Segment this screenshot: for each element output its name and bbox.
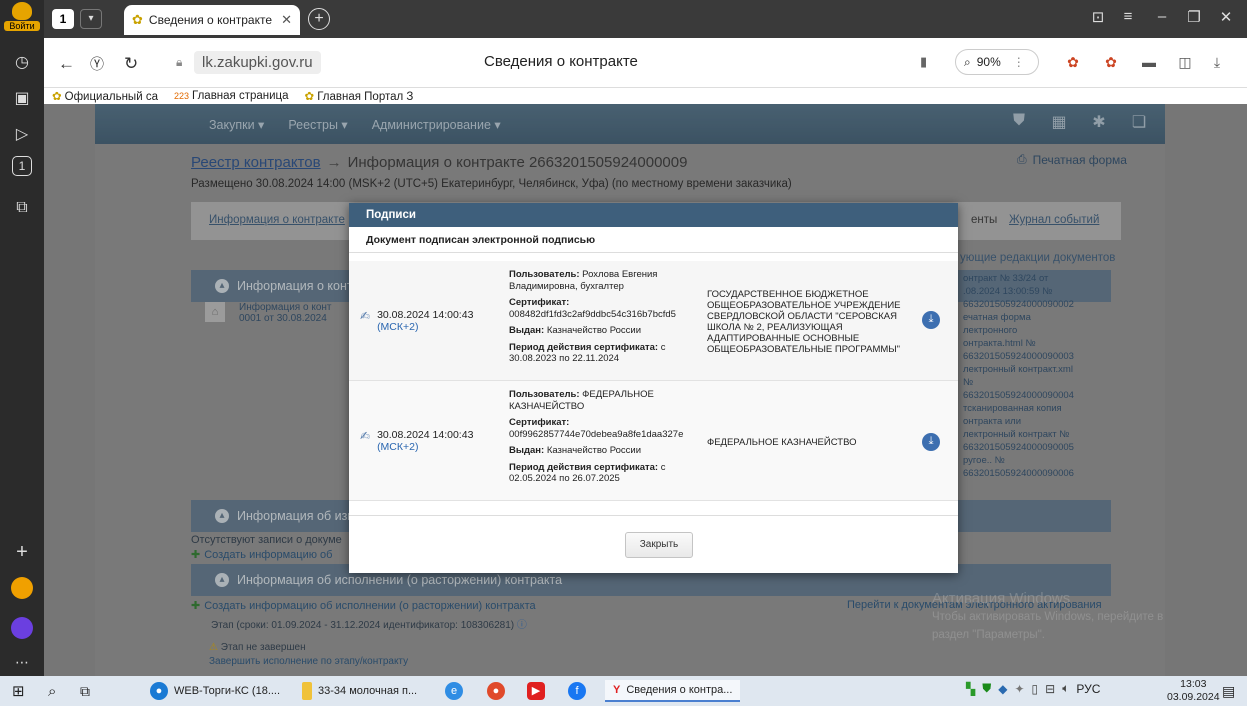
tray-app-icon[interactable]: ▚: [966, 682, 975, 696]
tab-counter[interactable]: 1: [52, 9, 74, 29]
eagle-icon: ✿: [304, 91, 315, 103]
close-icon[interactable]: ✕: [281, 12, 292, 28]
tab-bar: 1 ▾ ✿ Сведения о контракте ✕ + ⊡ ≡ – ❐ ✕: [44, 0, 1247, 38]
shield-icon[interactable]: ⛊: [982, 681, 991, 696]
system-tray: ▚ ⛊ ◆ ✦ ▯ ⊟ 🔈︎ РУС: [966, 681, 1100, 696]
extension-icon[interactable]: ✿: [1062, 51, 1084, 73]
search-icon[interactable]: ⌕: [48, 680, 56, 702]
bookmarks-bar: ✿ Официальный са 223 Главная страница ✿ Гла…: [44, 88, 1247, 104]
tab-active[interactable]: ✿ Сведения о контракте ✕: [124, 5, 300, 35]
volume-icon[interactable]: 🔈︎: [1062, 681, 1069, 696]
chrome-icon: ●: [487, 682, 505, 700]
taskbar-youtube[interactable]: ▶: [527, 680, 545, 702]
language-indicator[interactable]: РУС: [1076, 682, 1100, 696]
login-label: Войти: [4, 21, 40, 31]
url-host[interactable]: lk.zakupki.gov.ru: [194, 51, 321, 74]
eagle-icon: ✿: [132, 12, 143, 27]
back-icon[interactable]: ←: [58, 54, 75, 74]
eagle-icon: ✿: [52, 91, 62, 103]
alice-icon[interactable]: [11, 617, 33, 639]
avatar: [12, 2, 32, 20]
history-icon[interactable]: ◷: [8, 48, 36, 76]
signature-row: ✍ 30.08.2024 14:00:43 (МСК+2) Пользовател…: [349, 381, 958, 501]
more-icon[interactable]: ⋯: [8, 648, 36, 676]
signature-details: Пользователь: Рохлова Евгения Владимиров…: [509, 269, 676, 364]
bookmark-item[interactable]: ✿ Главная Портал З: [305, 89, 414, 103]
signature-row: ✍ 30.08.2024 14:00:43 (МСК+2) Пользовател…: [349, 261, 958, 381]
zoom-level: 90%: [976, 55, 1001, 69]
app-icon: ●: [150, 682, 168, 700]
signature-organization: ФЕДЕРАЛЬНОЕ КАЗНАЧЕЙСТВО: [707, 437, 857, 448]
taskbar-facebook[interactable]: f: [568, 680, 586, 702]
windows-taskbar: ⊞ ⌕ ⧉ ● WEB-Торги-КС (18.... 33-34 молочн…: [0, 676, 1247, 706]
network-icon[interactable]: ⊟: [1045, 682, 1055, 696]
signatures-dialog: Подписи Документ подписан электронной по…: [349, 203, 958, 573]
folder-icon: [302, 682, 312, 700]
more-vert-icon[interactable]: ⋮: [1013, 55, 1025, 69]
reload-icon[interactable]: ↻: [124, 54, 138, 74]
screen-icon[interactable]: ⊡: [1086, 8, 1110, 26]
heart-app-icon[interactable]: [11, 577, 33, 599]
bookmark-item[interactable]: ✿ Официальный са: [52, 89, 158, 103]
notification-icon[interactable]: ▤: [1222, 680, 1235, 702]
signature-pen-icon: ✍: [360, 309, 371, 323]
taskbar-ie[interactable]: e: [445, 680, 463, 702]
download-icon[interactable]: ⤓: [922, 433, 940, 451]
task-view-icon[interactable]: ⧉: [80, 680, 90, 702]
browser-sidebar: Войти ◷ ▣ ▷ 1 ⧉ + ⋯: [0, 0, 44, 676]
download-icon[interactable]: ⤓: [922, 311, 940, 329]
sidebar-toggle-icon[interactable]: ◫: [1174, 51, 1196, 73]
taskbar-item-app[interactable]: ● WEB-Торги-КС (18....: [150, 680, 280, 702]
clock[interactable]: 13:03 03.09.2024: [1167, 678, 1220, 704]
signature-date: ✍ 30.08.2024 14:00:43 (МСК+2): [360, 429, 474, 453]
facebook-icon: f: [568, 682, 586, 700]
bookmark-item[interactable]: 223 Главная страница: [174, 90, 289, 102]
extension-icon[interactable]: ▬: [1138, 51, 1160, 73]
signature-details: Пользователь: ФЕДЕРАЛЬНОЕ КАЗНАЧЕЙСТВО С…: [509, 389, 684, 484]
tray-app-icon[interactable]: ✦: [1014, 682, 1024, 696]
zoom-control[interactable]: ⌕ 90% ⋮: [955, 49, 1039, 75]
restore-icon[interactable]: ❐: [1182, 8, 1206, 26]
play-icon[interactable]: ▷: [8, 120, 36, 148]
login-button[interactable]: Войти: [4, 2, 40, 32]
download-icon[interactable]: ⤓: [1206, 51, 1228, 73]
taskbar-item-browser[interactable]: Y Сведения о контра...: [605, 680, 741, 702]
minimize-icon[interactable]: –: [1150, 8, 1174, 25]
dialog-title: Подписи: [349, 203, 958, 227]
signature-date: ✍ 30.08.2024 14:00:43 (МСК+2): [360, 309, 474, 333]
new-tab-button[interactable]: +: [308, 8, 330, 30]
battery-icon[interactable]: ▯: [1032, 682, 1039, 696]
signature-list[interactable]: ✍ 30.08.2024 14:00:43 (МСК+2) Пользовател…: [349, 261, 958, 515]
chevron-down-icon[interactable]: ▾: [80, 9, 102, 29]
extension-icon[interactable]: ✿: [1100, 51, 1122, 73]
window-close-icon[interactable]: ✕: [1214, 8, 1238, 26]
yandex-icon[interactable]: Ⓨ: [90, 54, 104, 74]
menu-icon[interactable]: ≡: [1116, 8, 1140, 25]
bookmark-icon[interactable]: ▮: [920, 54, 927, 70]
address-bar: ← Ⓨ ↻ 🔒︎ lk.zakupki.gov.ru Сведения о ко…: [44, 38, 1247, 88]
signature-pen-icon: ✍: [360, 429, 371, 443]
tray-app-icon[interactable]: ◆: [998, 682, 1007, 696]
lock-icon: 🔒︎: [176, 55, 183, 69]
ie-icon: e: [445, 682, 463, 700]
collections-icon[interactable]: ▣: [8, 84, 36, 112]
dialog-subtitle: Документ подписан электронной подписью: [349, 227, 958, 253]
tabs-counter-icon[interactable]: 1: [12, 156, 32, 176]
windows-start-icon[interactable]: ⊞: [12, 680, 25, 702]
add-icon[interactable]: +: [8, 538, 36, 566]
taskbar-item-folder[interactable]: 33-34 молочная п...: [302, 680, 417, 702]
screenshot-icon[interactable]: ⧉: [8, 194, 36, 222]
signature-organization: ГОСУДАРСТВЕННОЕ БЮДЖЕТНОЕ ОБЩЕОБРАЗОВАТЕ…: [707, 289, 901, 355]
youtube-icon: ▶: [527, 682, 545, 700]
taskbar-chrome[interactable]: ●: [487, 680, 505, 702]
page-viewport: Закупки ▾ Реестры ▾ Администрирование ▾ …: [44, 104, 1247, 676]
yandex-icon: Y: [613, 684, 621, 696]
page-title-in-omnibox[interactable]: Сведения о контракте: [484, 53, 638, 70]
tab-title: Сведения о контракте: [148, 13, 273, 27]
close-button[interactable]: Закрыть: [625, 532, 693, 558]
zoom-icon: ⌕: [964, 54, 971, 69]
dialog-footer: Закрыть: [349, 515, 958, 573]
